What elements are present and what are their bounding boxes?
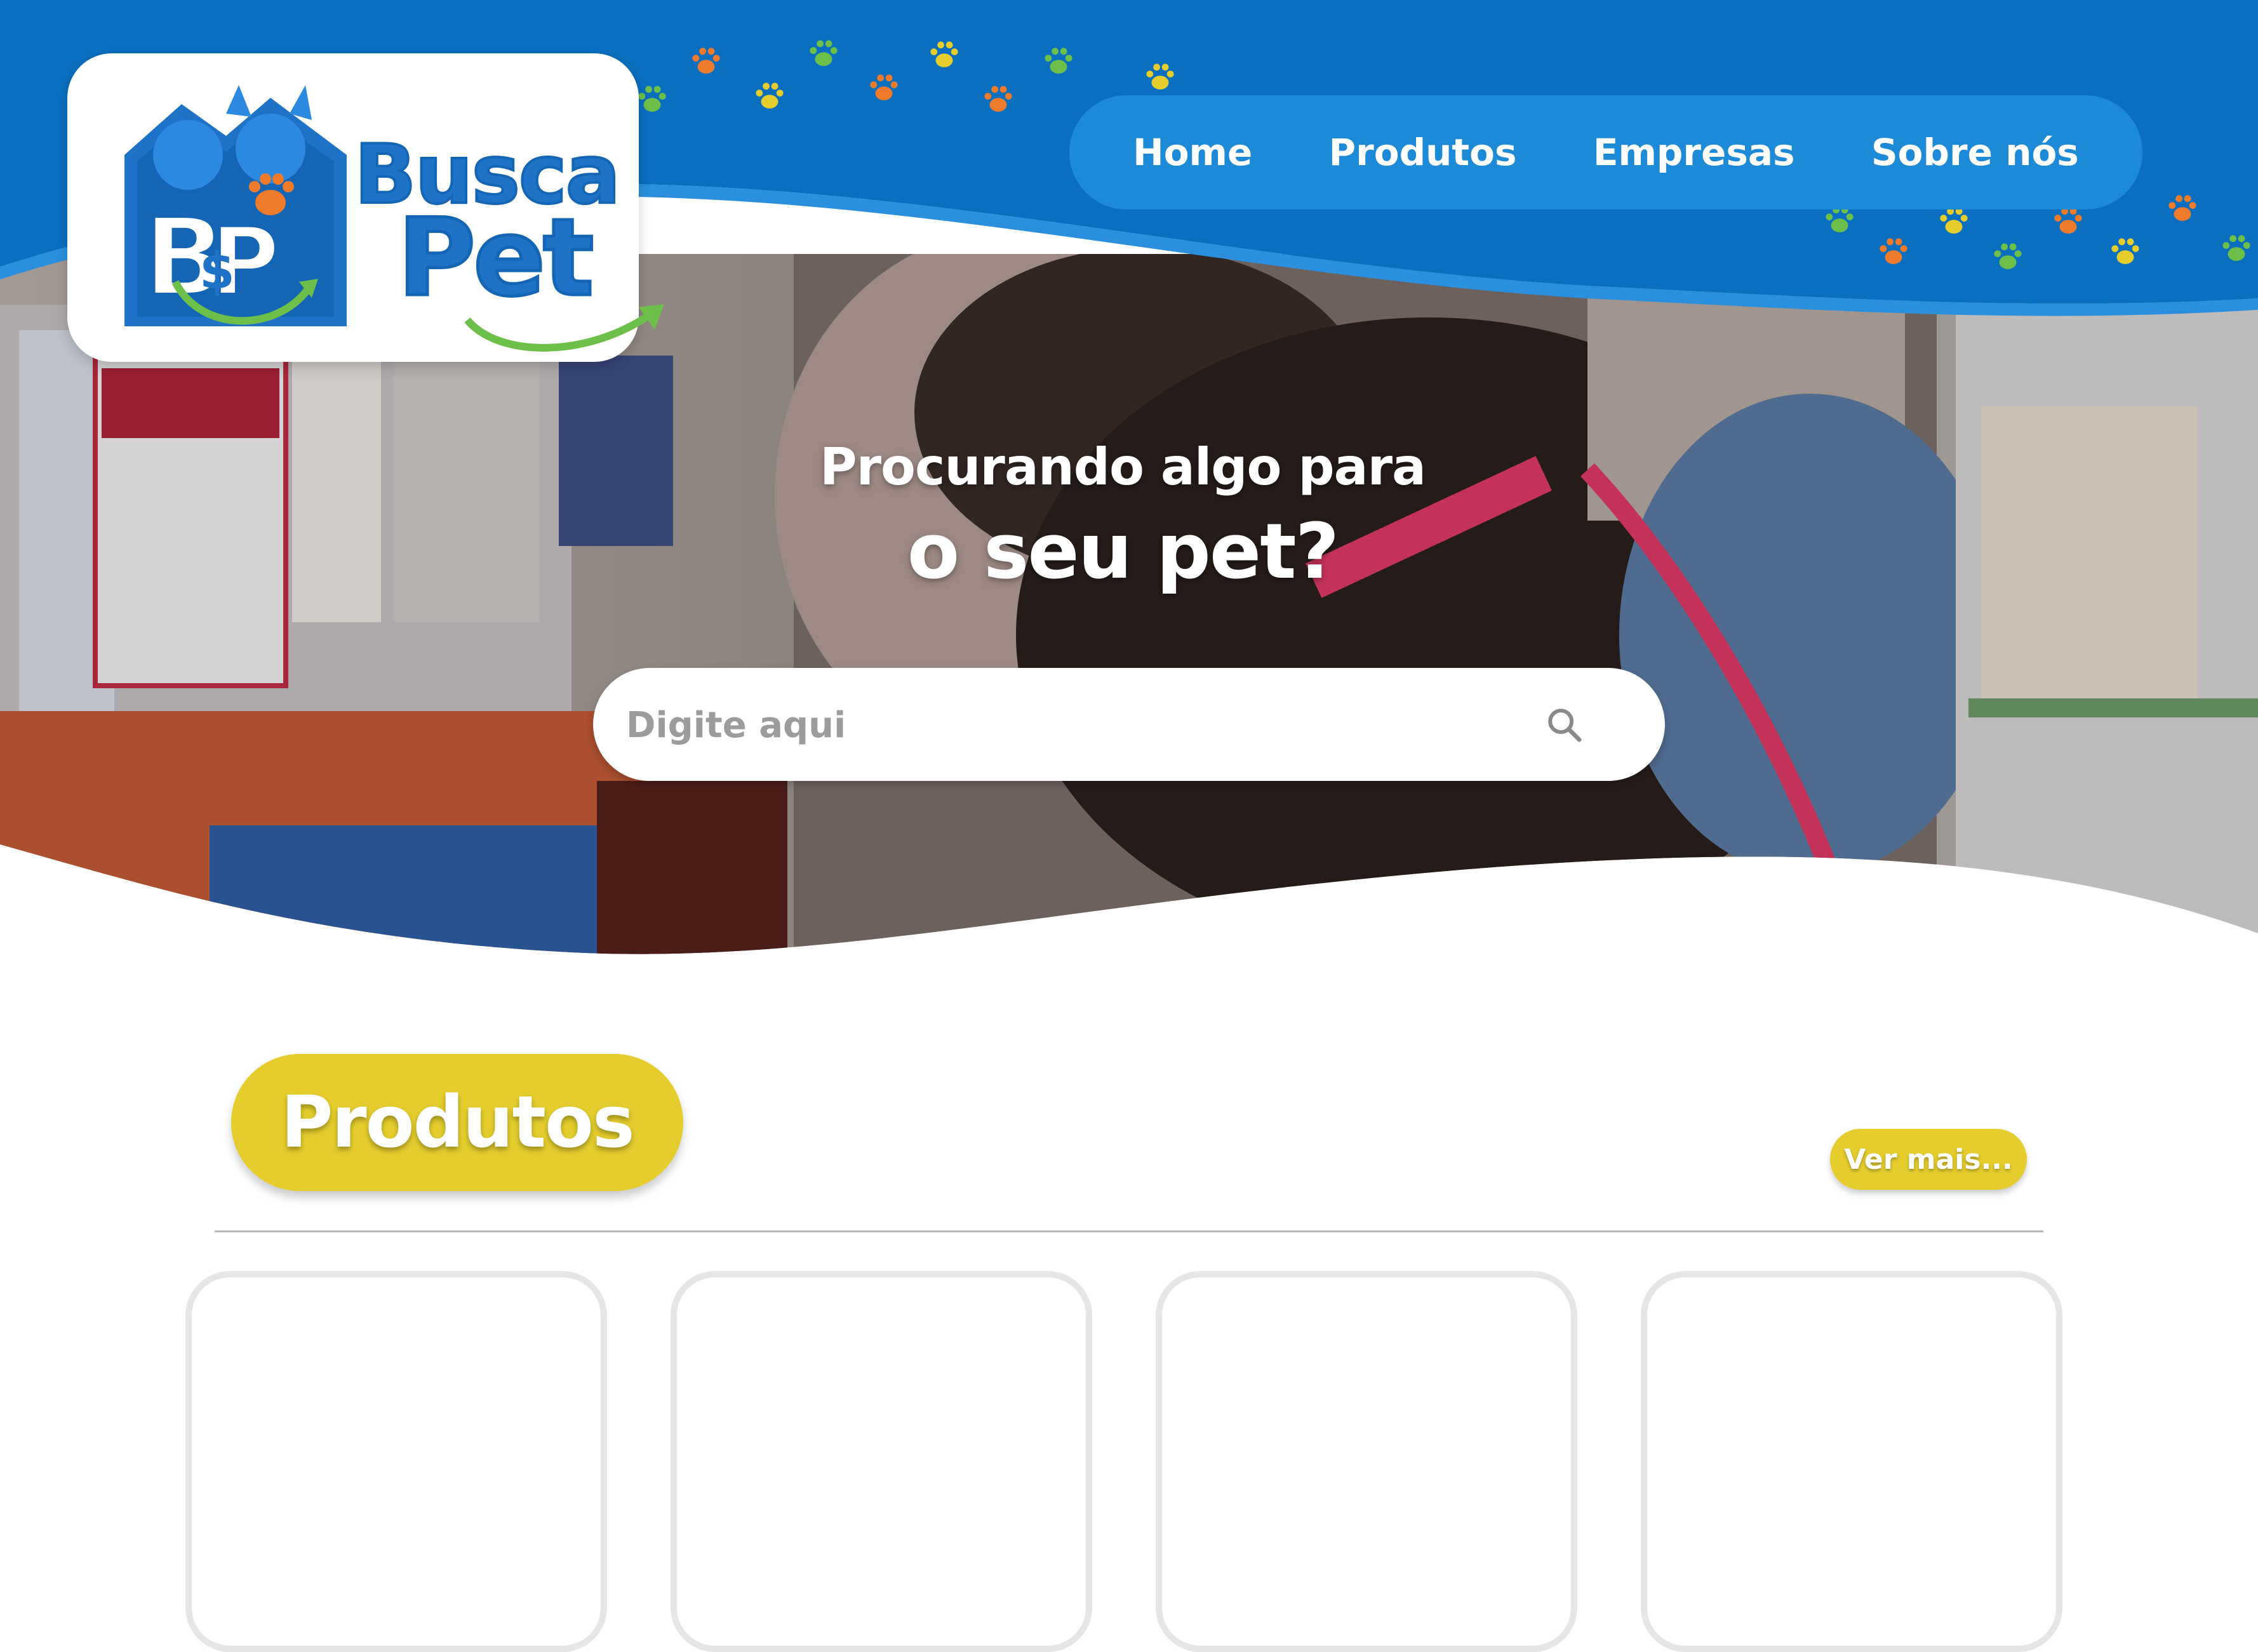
section-divider (215, 1230, 2043, 1232)
paw-icon (984, 86, 1012, 112)
nav-sobre-nos[interactable]: Sobre nós (1871, 131, 2079, 174)
product-card[interactable] (185, 1271, 607, 1652)
search-bar (593, 668, 1665, 782)
paw-icon (1146, 63, 1174, 90)
paw-icon (1045, 48, 1072, 74)
paw-icon (1880, 238, 1907, 264)
nav-produtos[interactable]: Produtos (1329, 131, 1517, 174)
paw-icon (2222, 235, 2250, 261)
paw-icon (1994, 243, 2022, 269)
paw-icon (756, 83, 784, 109)
svg-text:$: $ (199, 241, 235, 300)
paw-icon (692, 48, 720, 74)
hero-subtitle: Procurando algo para (819, 437, 1426, 496)
nav-empresas[interactable]: Empresas (1593, 131, 1795, 174)
paw-icon (2168, 195, 2196, 221)
paw-icon (2054, 208, 2082, 234)
paw-icon (930, 41, 958, 67)
products-section-title: Produtos (281, 1081, 634, 1164)
search-input[interactable] (625, 668, 1516, 782)
search-icon[interactable] (1546, 706, 1582, 743)
logo[interactable]: B P $ Busca Pet (67, 53, 664, 362)
hero-title: o seu pet? (907, 508, 1340, 596)
paw-icon (2111, 238, 2139, 264)
see-more-button[interactable]: Ver mais... (1830, 1129, 2027, 1190)
paw-icon (870, 74, 898, 100)
growth-arrow-icon (464, 304, 664, 352)
house-pets-logo-icon: B P $ (124, 85, 347, 326)
paw-icon (810, 40, 838, 66)
products-section-header: Produtos (231, 1054, 683, 1191)
product-card[interactable] (1641, 1271, 2062, 1652)
nav-home[interactable]: Home (1133, 131, 1252, 174)
paw-icon (638, 86, 666, 112)
paw-icon (1940, 208, 1968, 234)
product-card[interactable] (1156, 1271, 1577, 1652)
product-card[interactable] (671, 1271, 1092, 1652)
main-nav: Home Produtos Empresas Sobre nós (1069, 95, 2142, 210)
